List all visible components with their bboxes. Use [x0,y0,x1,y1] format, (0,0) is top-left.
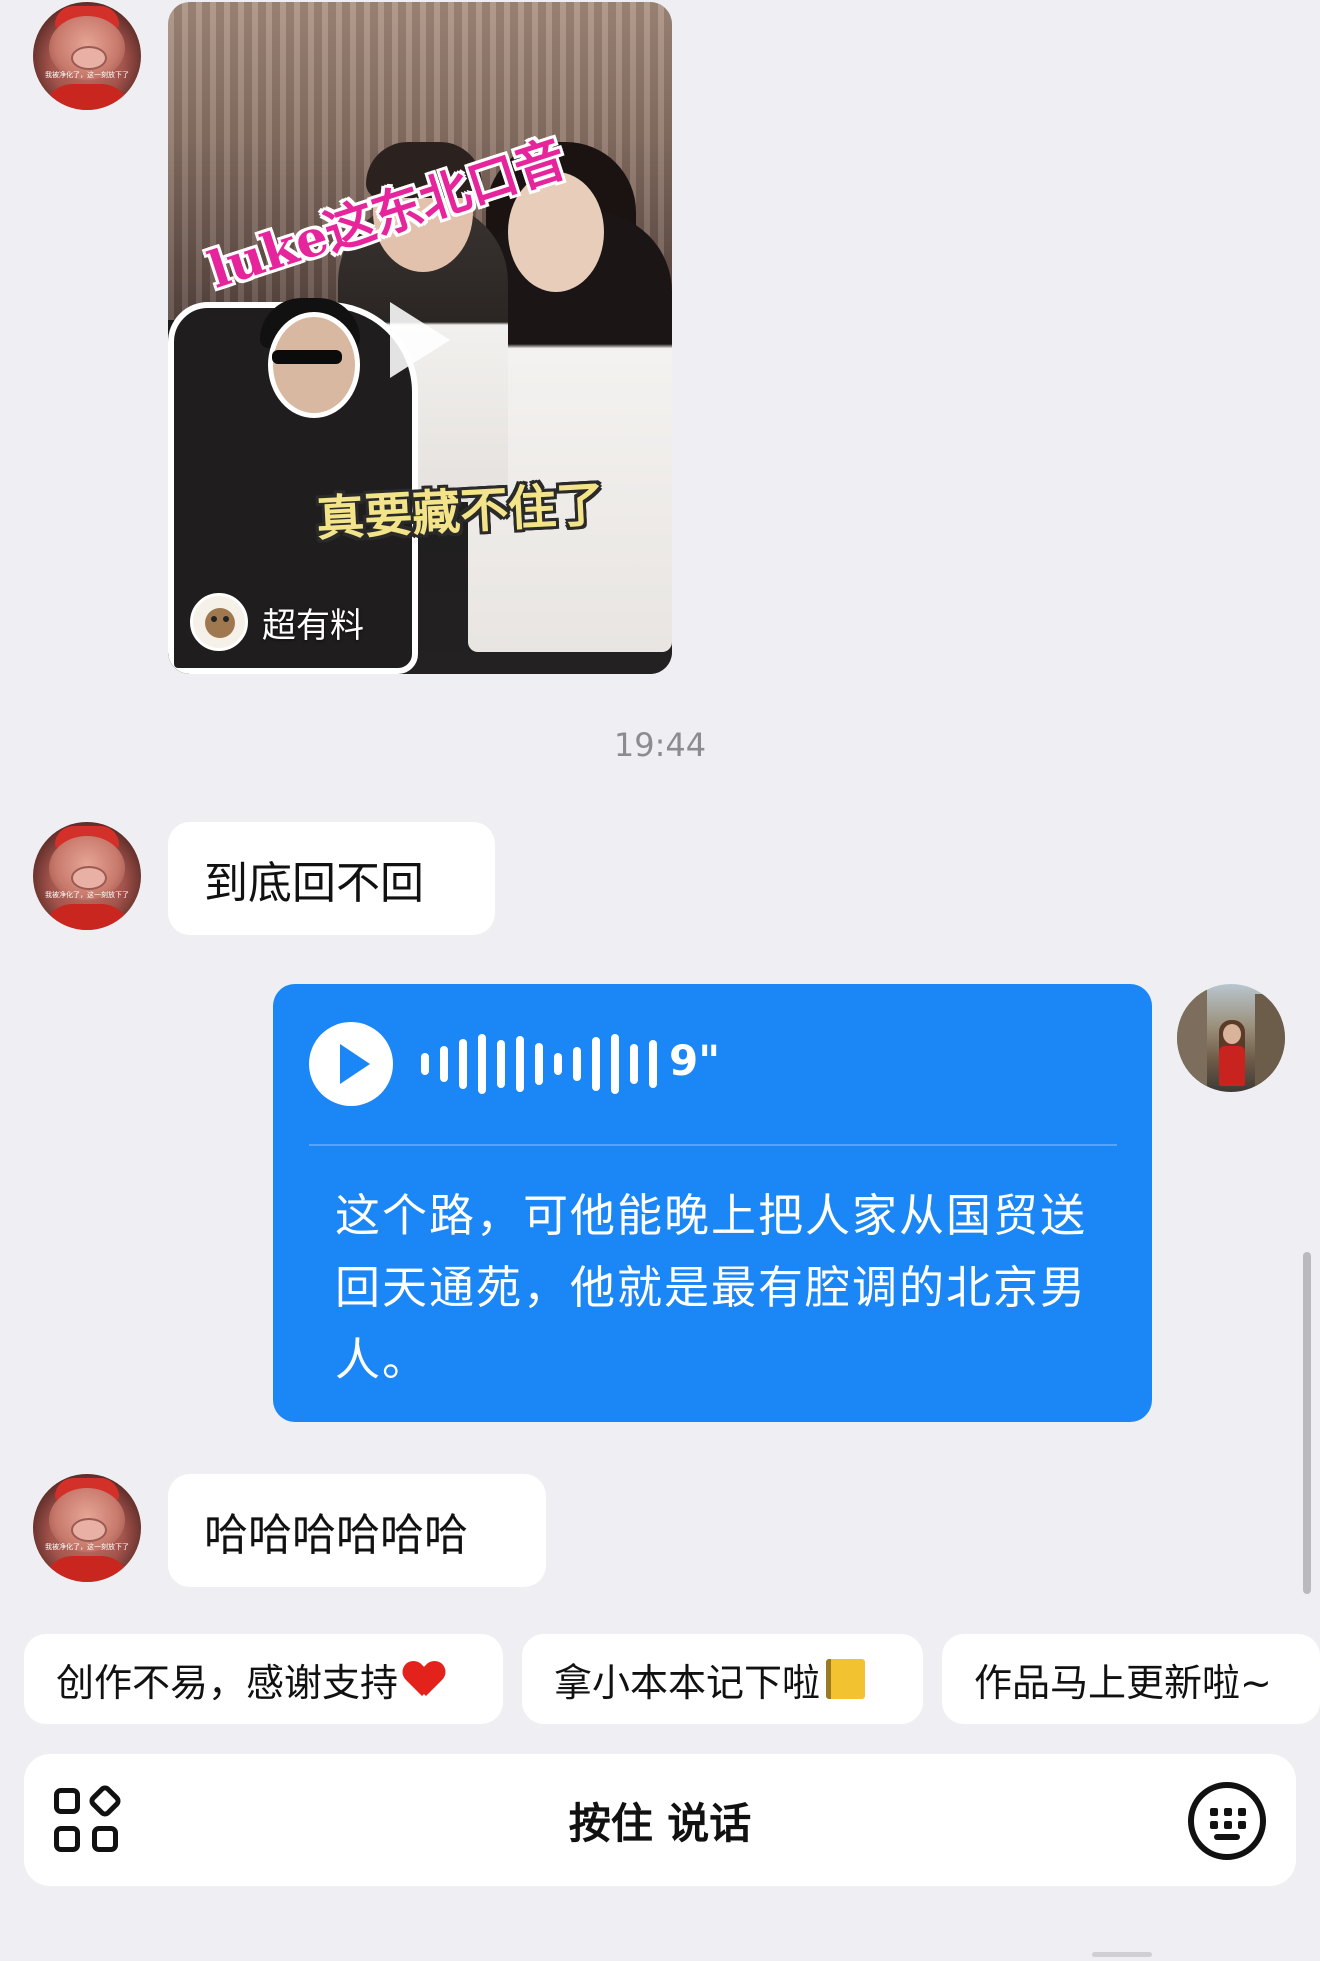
source-badge[interactable]: 超有料 [190,592,364,652]
contact-avatar[interactable]: 我被净化了，这一刻放下了 [33,1474,141,1582]
notebook-icon [826,1659,866,1699]
chat-screen: 我被净化了，这一刻放下了 luke这东北口音 真要藏不住了 超有料 19:44 … [0,0,1320,1961]
hold-to-talk-button[interactable]: 按住 说话 [24,1754,1296,1886]
avatar-caption: 我被净化了，这一刻放下了 [45,71,129,79]
quick-reply-label: 拿小本本记下啦 [554,1660,821,1705]
input-bar: 按住 说话 [24,1754,1296,1886]
keyboard-icon[interactable] [1188,1782,1266,1860]
source-name: 超有料 [262,605,364,646]
quick-reply-chip[interactable]: 拿小本本记下啦 [522,1634,923,1724]
divider [309,1144,1117,1146]
voice-transcript: 这个路，可他能晚上把人家从国贸送回天通苑，他就是最有腔调的北京男人。 [335,1189,1088,1386]
quick-reply-label: 创作不易，感谢支持 [56,1660,399,1705]
quick-reply-label: 作品马上更新啦~ [974,1660,1272,1705]
voice-play-button[interactable] [309,1022,393,1106]
scrollbar[interactable] [1303,1252,1311,1594]
voice-duration: 9" [669,1036,721,1085]
apps-icon[interactable] [54,1782,124,1856]
quick-reply-chip[interactable]: 创作不易，感谢支持 [24,1634,503,1724]
waveform-icon [421,1030,657,1098]
owl-icon [190,593,248,651]
avatar-caption: 我被净化了，这一刻放下了 [45,891,129,899]
shared-video-card[interactable]: luke这东北口音 真要藏不住了 超有料 [168,2,672,674]
quick-reply-row: 创作不易，感谢支持 拿小本本记下啦 作品马上更新啦~ [0,1634,1320,1724]
message-timestamp: 19:44 [613,726,707,764]
heart-icon [404,1660,444,1698]
contact-avatar[interactable]: 我被净化了，这一刻放下了 [33,2,141,110]
voice-message-bubble[interactable]: 9" 这个路，可他能晚上把人家从国贸送回天通苑，他就是最有腔调的北京男人。 [273,984,1152,1422]
play-icon[interactable] [390,302,450,378]
contact-avatar[interactable]: 我被净化了，这一刻放下了 [33,822,141,930]
quick-reply-chip[interactable]: 作品马上更新啦~ [942,1634,1320,1724]
my-avatar[interactable] [1177,984,1285,1092]
home-indicator [1092,1952,1152,1957]
avatar-caption: 我被净化了，这一刻放下了 [45,1543,129,1551]
incoming-message-bubble[interactable]: 哈哈哈哈哈哈 [168,1474,546,1587]
incoming-message-bubble[interactable]: 到底回不回 [168,822,495,935]
